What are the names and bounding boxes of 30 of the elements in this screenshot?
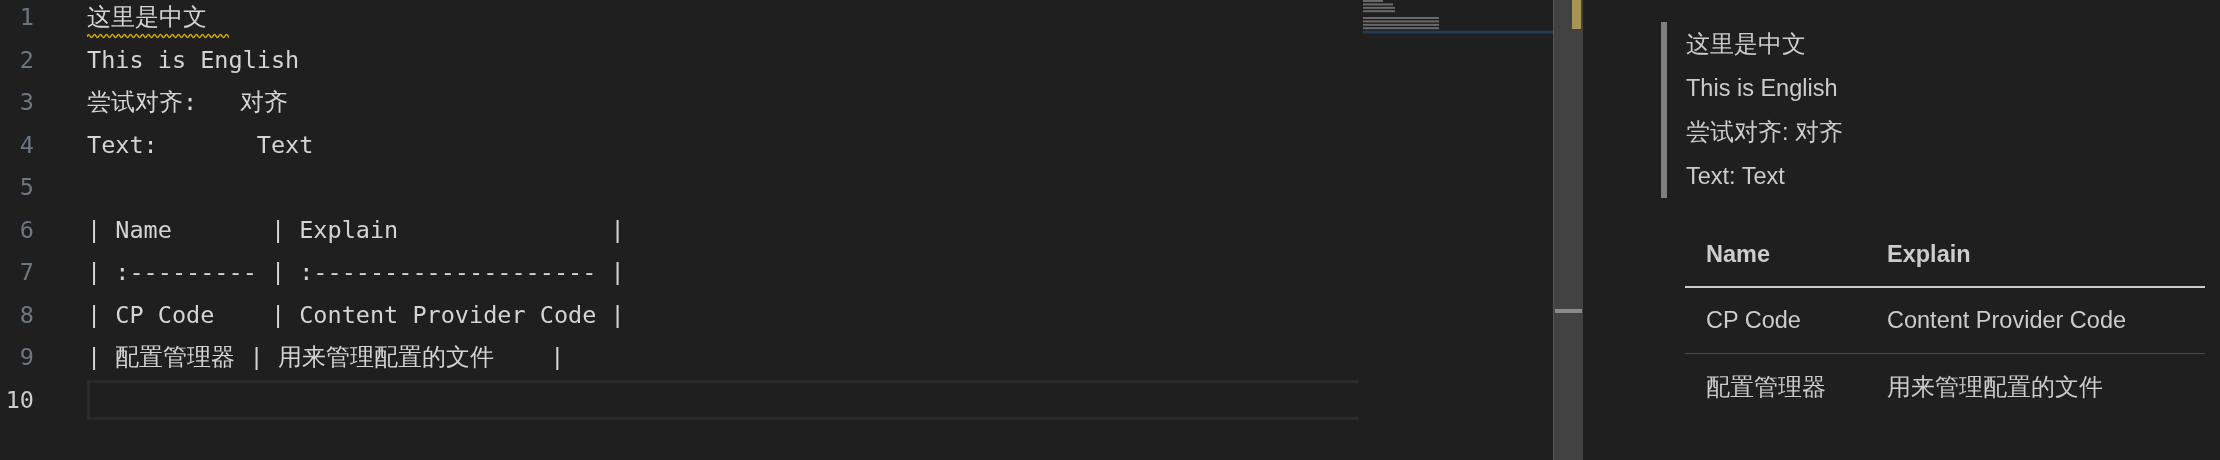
line-number: 8 — [18, 300, 34, 329]
column-header: Name — [1706, 240, 1770, 267]
table-cell: 用来管理配置的文件 — [1887, 373, 2103, 400]
code-line: 这里是中文 — [87, 3, 207, 32]
scroll-position-marker[interactable] — [1555, 309, 1582, 313]
line-number: 4 — [18, 130, 34, 159]
quote-line: This is English — [1686, 75, 1838, 101]
column-header: Explain — [1887, 240, 1971, 267]
quote-line: 这里是中文 — [1686, 31, 1806, 57]
code-line: 尝试对齐: 对齐 — [87, 88, 288, 117]
line-number: 2 — [18, 45, 34, 74]
line-number: 6 — [18, 215, 34, 244]
table-cell: 配置管理器 — [1706, 373, 1826, 400]
code-line: | CP Code | Content Provider Code | — [87, 300, 625, 329]
code-line: | Name | Explain | — [87, 215, 625, 244]
code-line: Text: Text — [87, 130, 314, 159]
line-number: 5 — [18, 173, 34, 202]
code-line: | :--------- | :-------------------- | — [87, 258, 625, 287]
code-line: | 配置管理器 | 用来管理配置的文件 | — [87, 343, 565, 372]
code-line: This is English — [87, 45, 300, 74]
quote-line: 尝试对齐: 对齐 — [1686, 119, 1844, 145]
line-number: 9 — [18, 343, 34, 372]
line-number: 3 — [18, 88, 34, 117]
warning-marker — [1572, 0, 1581, 29]
quote-line: Text: Text — [1686, 163, 1785, 189]
line-number: 1 — [18, 3, 34, 32]
line-number: 10 — [4, 385, 34, 414]
table-cell: CP Code — [1706, 307, 1801, 333]
table-cell: Content Provider Code — [1887, 307, 2127, 333]
line-number: 7 — [18, 258, 34, 287]
